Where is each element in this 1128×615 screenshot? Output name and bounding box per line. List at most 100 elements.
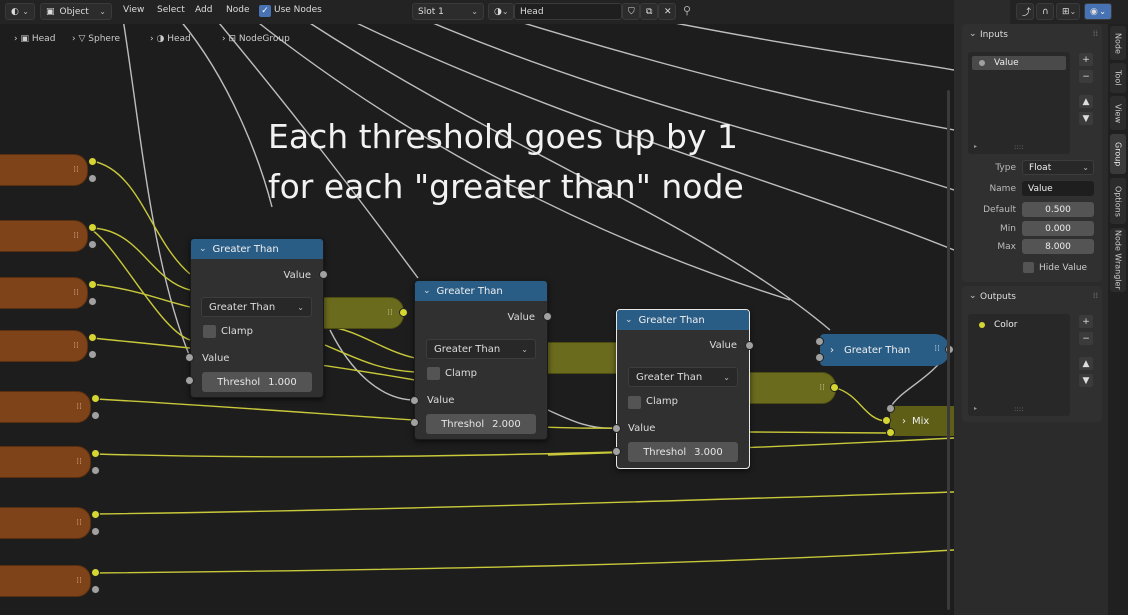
move-down-button[interactable]: ▼: [1079, 374, 1093, 387]
input-node[interactable]: ⁞⁞: [0, 391, 91, 423]
value-input-socket[interactable]: [410, 396, 419, 405]
material-browse-button[interactable]: ◑ ⌄: [488, 3, 514, 20]
tab-options[interactable]: Options: [1110, 178, 1126, 224]
greater-than-collapsed-node[interactable]: › Greater Than ⁞⁞: [820, 334, 950, 366]
output-socket[interactable]: [88, 223, 97, 232]
chevron-down-icon[interactable]: ⌄: [969, 291, 977, 301]
threshold-field[interactable]: Threshol 1.000: [202, 372, 312, 392]
input-node[interactable]: ⁞⁞: [0, 277, 88, 309]
tab-node[interactable]: Node: [1110, 26, 1126, 60]
resize-handle-icon[interactable]: ::::: [1014, 405, 1023, 413]
menu-select[interactable]: Select: [157, 5, 185, 15]
input-node[interactable]: ⁞⁞: [0, 220, 88, 252]
clamp-checkbox[interactable]: [203, 325, 216, 338]
close-icon[interactable]: ✕: [658, 3, 676, 20]
input-socket[interactable]: [886, 428, 895, 437]
snap-icon[interactable]: ∩: [1036, 3, 1054, 20]
pin-icon[interactable]: ⚲: [683, 4, 691, 17]
input-node[interactable]: ⁞⁞: [0, 154, 88, 186]
tab-view[interactable]: View: [1110, 96, 1126, 130]
input-node[interactable]: ⁞⁞: [0, 507, 91, 539]
output-socket[interactable]: [91, 510, 100, 519]
drag-handle-icon[interactable]: ⁞⁞: [1093, 29, 1098, 38]
inputs-list[interactable]: Value ▸ ::::: [968, 52, 1070, 154]
input-node[interactable]: ⁞⁞: [0, 565, 91, 597]
output-socket[interactable]: [88, 333, 97, 342]
expand-icon[interactable]: ▸: [974, 143, 977, 150]
input-node[interactable]: ⁞⁞: [0, 446, 91, 478]
drag-handle-icon[interactable]: ⁞⁞: [1093, 291, 1098, 300]
use-nodes-checkbox[interactable]: ✓: [259, 5, 271, 17]
output-socket[interactable]: [88, 350, 97, 359]
value-output-socket[interactable]: [319, 270, 328, 279]
remove-output-button[interactable]: −: [1079, 332, 1093, 345]
menu-node[interactable]: Node: [226, 5, 250, 15]
menu-add[interactable]: Add: [195, 5, 212, 15]
input-socket[interactable]: [882, 416, 891, 425]
parent-node-tree-icon[interactable]: ⤴: [1016, 3, 1034, 20]
hide-value-checkbox[interactable]: [1023, 262, 1034, 273]
editor-type-button[interactable]: ◐ ⌄: [5, 3, 35, 20]
output-socket[interactable]: [91, 449, 100, 458]
mode-dropdown[interactable]: ▣ Object ⌄: [40, 3, 112, 20]
output-socket[interactable]: [91, 394, 100, 403]
collapsed-node[interactable]: [542, 342, 622, 374]
node-header[interactable]: ⌄ Greater Than: [415, 281, 547, 301]
scrollbar[interactable]: [947, 90, 950, 610]
min-field[interactable]: 0.000: [1022, 221, 1094, 236]
operation-dropdown[interactable]: Greater Than ⌄: [628, 367, 738, 387]
default-field[interactable]: 0.500: [1022, 202, 1094, 217]
duplicate-icon[interactable]: ⧉: [640, 3, 658, 20]
tab-group[interactable]: Group: [1110, 134, 1126, 174]
greater-than-node-3[interactable]: ⌄ Greater Than Value Greater Than ⌄ Clamp …: [616, 309, 750, 469]
outputs-list[interactable]: Color ▸ ::::: [968, 314, 1070, 416]
output-socket[interactable]: [91, 527, 100, 536]
operation-dropdown[interactable]: Greater Than ⌄: [426, 339, 536, 359]
expand-icon[interactable]: ▸: [974, 405, 977, 412]
threshold-input-socket[interactable]: [410, 418, 419, 427]
output-socket[interactable]: [88, 297, 97, 306]
value-output-socket[interactable]: [543, 312, 552, 321]
fake-user-shield-icon[interactable]: ⛉: [622, 3, 640, 20]
clamp-checkbox[interactable]: [628, 396, 641, 409]
output-socket[interactable]: [91, 568, 100, 577]
tab-node-wrangler[interactable]: Node Wrangler: [1110, 228, 1126, 292]
collapsed-node[interactable]: ⁞⁞: [744, 372, 836, 404]
menu-view[interactable]: View: [123, 5, 144, 15]
output-socket[interactable]: [88, 280, 97, 289]
move-up-button[interactable]: ▲: [1079, 357, 1093, 370]
greater-than-node-2[interactable]: ⌄ Greater Than Value Greater Than ⌄ Clamp …: [414, 280, 548, 440]
add-output-button[interactable]: +: [1079, 315, 1093, 328]
input-node[interactable]: ⁞⁞: [0, 330, 88, 362]
clamp-checkbox[interactable]: [427, 367, 440, 380]
output-socket[interactable]: [88, 240, 97, 249]
operation-dropdown[interactable]: Greater Than ⌄: [201, 297, 312, 317]
max-field[interactable]: 8.000: [1022, 239, 1094, 254]
output-socket[interactable]: [91, 411, 100, 420]
threshold-field[interactable]: Threshol 3.000: [628, 442, 738, 462]
output-socket[interactable]: [830, 383, 839, 392]
input-socket[interactable]: [815, 337, 824, 346]
greater-than-node-1[interactable]: ⌄ Greater Than Value Greater Than ⌄ Clamp …: [190, 238, 324, 398]
remove-input-button[interactable]: −: [1079, 70, 1093, 83]
chevron-down-icon[interactable]: ⌄: [625, 315, 633, 325]
chevron-down-icon[interactable]: ⌄: [423, 286, 431, 296]
threshold-input-socket[interactable]: [612, 447, 621, 456]
output-socket[interactable]: [91, 466, 100, 475]
resize-handle-icon[interactable]: ::::: [1014, 143, 1023, 151]
output-socket[interactable]: [88, 174, 97, 183]
output-socket[interactable]: [91, 585, 100, 594]
list-item[interactable]: Value: [972, 56, 1066, 70]
chevron-down-icon[interactable]: ⌄: [199, 244, 207, 254]
value-input-socket[interactable]: [185, 353, 194, 362]
output-socket[interactable]: [399, 308, 408, 317]
slot-dropdown[interactable]: Slot 1 ⌄: [412, 3, 484, 20]
name-field[interactable]: Value: [1022, 181, 1094, 196]
input-socket[interactable]: [886, 404, 895, 413]
node-header[interactable]: ⌄ Greater Than: [617, 310, 749, 330]
move-up-button[interactable]: ▲: [1079, 95, 1093, 108]
value-input-socket[interactable]: [612, 424, 621, 433]
snap-target-icon[interactable]: ⊞ ⌄: [1056, 3, 1080, 20]
collapsed-node[interactable]: ⁞⁞: [318, 297, 404, 329]
output-socket[interactable]: [88, 157, 97, 166]
